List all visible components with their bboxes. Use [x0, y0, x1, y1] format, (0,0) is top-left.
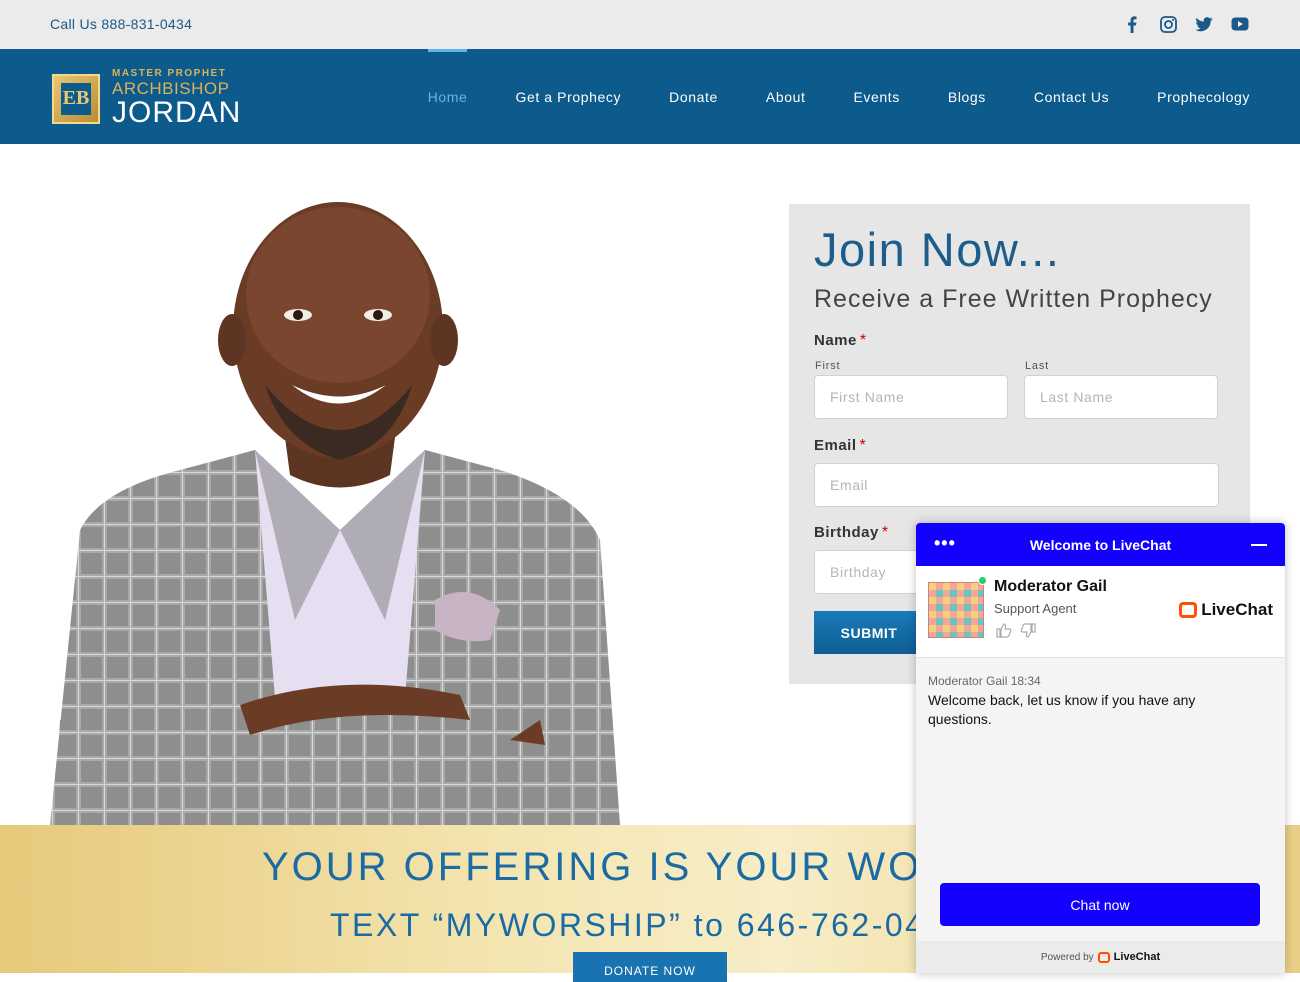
banner-text-line: TEXT “MYWORSHIP” to 646-762-0434	[330, 907, 966, 944]
powered-by-brand: LiveChat	[1113, 951, 1161, 963]
nav-item-contact-us[interactable]: Contact Us	[1034, 49, 1109, 144]
birthday-label: Birthday	[814, 524, 879, 541]
chat-now-button[interactable]: Chat now	[940, 883, 1260, 926]
rating-controls	[996, 623, 1036, 641]
logo-line-2: ARCHBISHOP	[112, 79, 230, 98]
last-sublabel: Last	[1025, 360, 1049, 372]
name-label-row: Name *	[814, 332, 866, 350]
thumbs-up-icon[interactable]	[996, 623, 1012, 641]
twitter-icon[interactable]	[1194, 14, 1214, 34]
message-text: Welcome back, let us know if you have an…	[928, 692, 1196, 727]
form-title: Join Now...	[814, 223, 1061, 276]
powered-by-footer[interactable]: Powered by LiveChat	[916, 941, 1285, 973]
required-mark: *	[881, 524, 889, 541]
more-options-icon[interactable]: •••	[934, 533, 956, 554]
livechat-header: ••• Welcome to LiveChat	[916, 523, 1285, 566]
minimize-icon[interactable]	[1251, 544, 1267, 546]
livechat-small-icon	[1097, 951, 1110, 963]
required-mark: *	[859, 437, 866, 454]
facebook-icon[interactable]	[1122, 14, 1142, 34]
main-header: EB MASTER PROPHET ARCHBISHOP JORDAN Home…	[0, 49, 1300, 144]
top-bar: Call Us 888-831-0434	[0, 0, 1300, 49]
nav-item-blogs[interactable]: Blogs	[948, 49, 986, 144]
first-name-input[interactable]	[814, 375, 1008, 419]
livechat-title: Welcome to LiveChat	[1029, 536, 1172, 553]
thumbs-down-icon[interactable]	[1020, 623, 1036, 641]
social-links	[1122, 14, 1250, 34]
nav-item-about[interactable]: About	[766, 49, 806, 144]
nav-item-get-a-prophecy[interactable]: Get a Prophecy	[515, 49, 621, 144]
site-logo[interactable]: EB MASTER PROPHET ARCHBISHOP JORDAN	[52, 69, 241, 128]
form-subtitle: Receive a Free Written Prophecy	[814, 285, 1213, 313]
livechat-bubble-icon	[1179, 602, 1198, 618]
powered-by-text: Powered by	[1040, 951, 1094, 963]
online-status-icon	[978, 576, 987, 585]
nav-item-donate[interactable]: Donate	[669, 49, 718, 144]
livechat-brand-text: LiveChat	[1201, 600, 1273, 619]
banner-keyword: MYWORSHIP	[445, 907, 670, 943]
banner-text-prefix: TEXT “	[330, 907, 446, 943]
nav-item-events[interactable]: Events	[853, 49, 899, 144]
agent-name: Moderator Gail	[994, 578, 1107, 595]
nav-item-prophecology[interactable]: Prophecology	[1157, 49, 1250, 144]
email-input[interactable]	[814, 463, 1219, 507]
livechat-widget: ••• Welcome to LiveChat Moderator Gail S…	[916, 523, 1285, 973]
donate-now-button[interactable]: DONATE NOW	[573, 952, 727, 982]
logo-text: MASTER PROPHET ARCHBISHOP JORDAN	[112, 69, 241, 128]
last-name-input[interactable]	[1024, 375, 1218, 419]
youtube-icon[interactable]	[1230, 14, 1250, 34]
agent-card: Moderator Gail Support Agent LiveChat	[916, 566, 1285, 658]
agent-role: Support Agent	[994, 601, 1077, 616]
instagram-icon[interactable]	[1158, 14, 1178, 34]
email-label: Email	[814, 437, 857, 454]
logo-line-3: JORDAN	[112, 96, 242, 129]
birthday-label-row: Birthday *	[814, 524, 888, 542]
agent-avatar	[928, 582, 984, 638]
phone-number[interactable]: Call Us 888-831-0434	[50, 16, 192, 32]
name-label: Name	[814, 332, 857, 349]
nav-item-home[interactable]: Home	[427, 49, 468, 144]
main-nav: Home Get a Prophecy Donate About Events …	[427, 49, 1250, 144]
logo-line-1: MASTER PROPHET	[112, 68, 227, 79]
livechat-logo: LiveChat	[1179, 600, 1273, 620]
required-mark: *	[859, 332, 867, 349]
logo-mark: EB	[52, 73, 100, 124]
message-meta: Moderator Gail 18:34	[928, 674, 1041, 688]
email-label-row: Email *	[814, 437, 866, 455]
first-sublabel: First	[815, 360, 841, 372]
hero-portrait	[40, 200, 640, 825]
submit-button[interactable]: SUBMIT	[814, 611, 924, 654]
